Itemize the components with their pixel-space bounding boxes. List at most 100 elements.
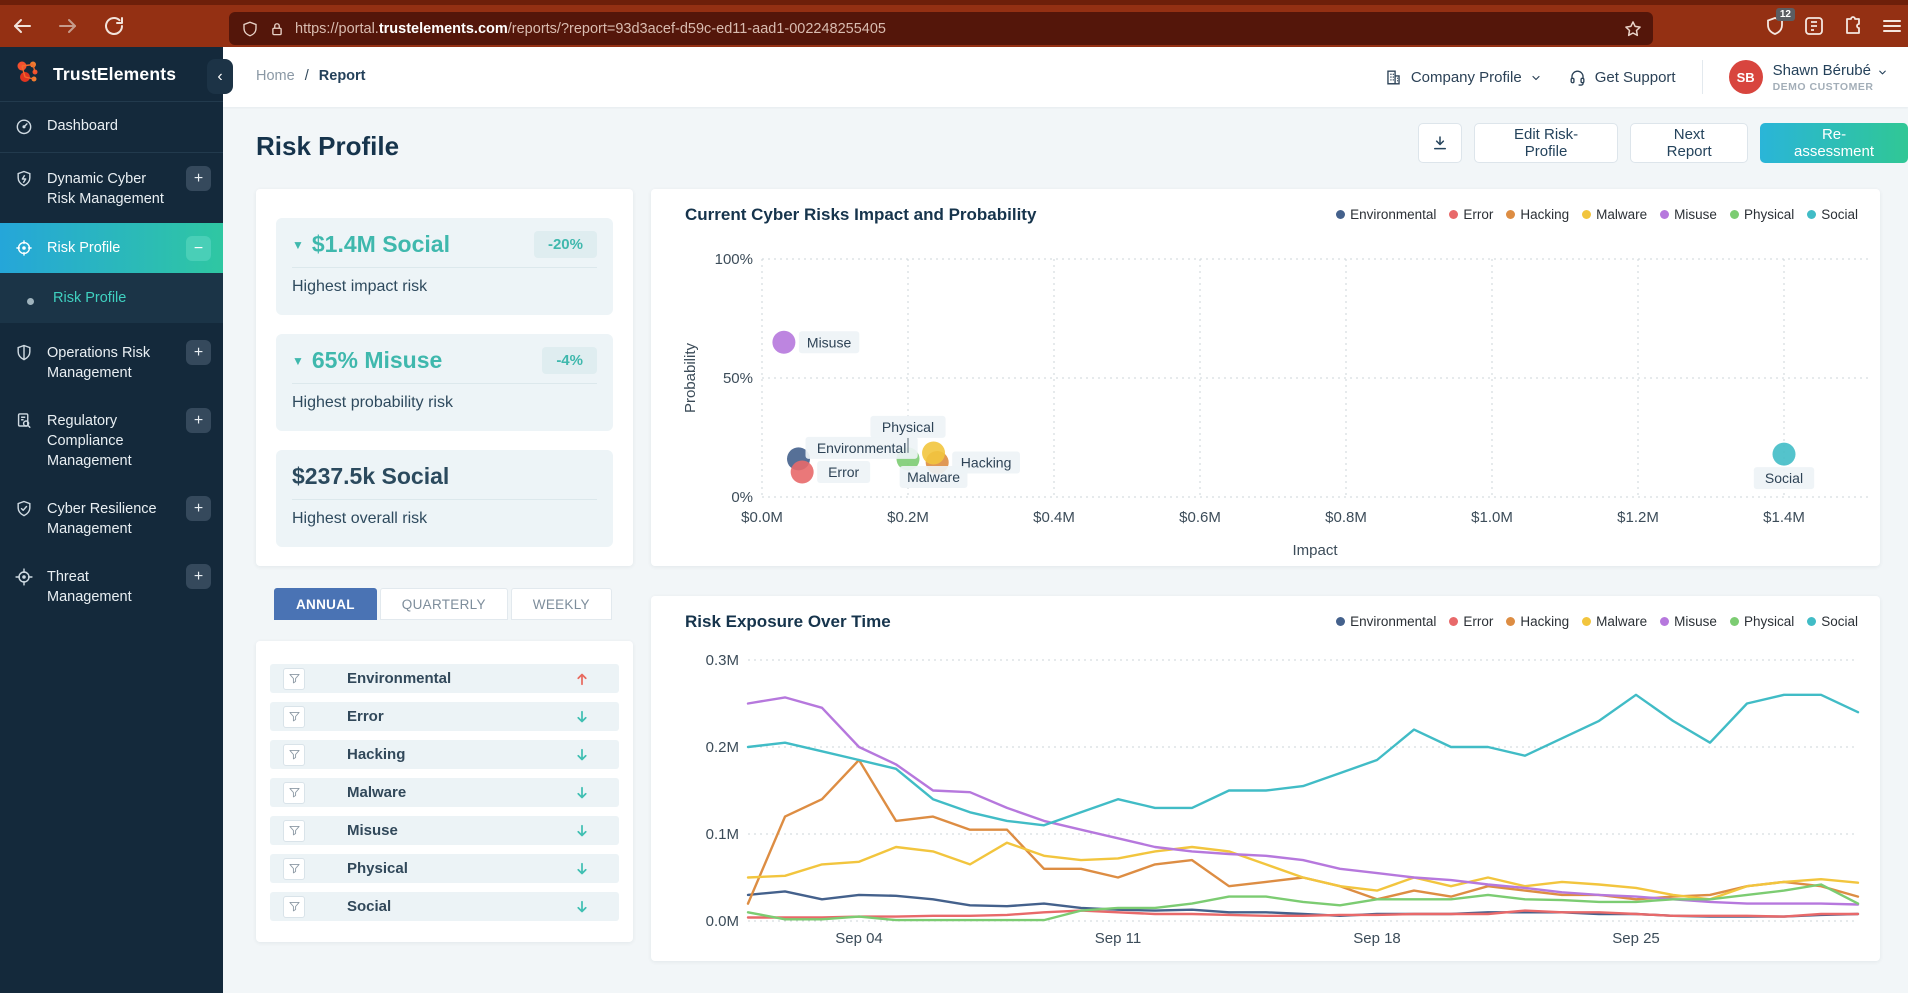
back-icon[interactable] xyxy=(10,14,34,38)
stat-value-text: $1.4M Social xyxy=(311,231,450,257)
tab-quarterly[interactable]: QUARTERLY xyxy=(379,588,508,620)
collapse-minus-button[interactable]: − xyxy=(186,236,211,261)
legend-item-error[interactable]: Error xyxy=(1449,614,1493,629)
legend-label: Social xyxy=(1821,614,1858,629)
extension-shield-icon[interactable]: 12 xyxy=(1763,8,1795,38)
expand-plus-button[interactable]: + xyxy=(186,166,211,191)
next-report-button[interactable]: Next Report xyxy=(1630,123,1749,163)
sidebar-collapse-button[interactable]: ‹ xyxy=(207,59,233,94)
legend-item-physical[interactable]: Physical xyxy=(1729,207,1794,222)
headset-icon xyxy=(1568,68,1587,87)
trend-down-triangle-icon: ▼ xyxy=(292,353,304,368)
legend-label: Error xyxy=(1463,614,1494,629)
legend-item-misuse[interactable]: Misuse xyxy=(1660,614,1717,629)
legend-item-malware[interactable]: Malware xyxy=(1582,207,1647,222)
trend-down-triangle-icon: ▼ xyxy=(292,237,304,252)
legend-item-misuse[interactable]: Misuse xyxy=(1660,207,1717,222)
user-menu[interactable]: SB Shawn Bérubé DEMO CUSTOMER xyxy=(1728,60,1888,94)
stat-caption: Highest overall risk xyxy=(292,510,428,527)
scatter-legend: Environmental Error Hacking Malware Misuse Ph… xyxy=(1336,207,1858,222)
svg-text:Malware: Malware xyxy=(907,469,960,485)
scatter-point-malware[interactable] xyxy=(922,441,946,465)
get-support-link[interactable]: Get Support xyxy=(1568,68,1676,87)
menu-hamburger-icon[interactable] xyxy=(1880,14,1904,38)
svg-text:Environmental: Environmental xyxy=(817,440,907,456)
edit-risk-profile-button[interactable]: Edit Risk-Profile xyxy=(1473,123,1619,163)
breadcrumb-home[interactable]: Home xyxy=(256,68,295,84)
legend-item-hacking[interactable]: Hacking xyxy=(1506,614,1569,629)
risk-row-environmental: Environmental xyxy=(270,664,619,693)
legend-item-environmental[interactable]: Environmental xyxy=(1336,207,1436,222)
filter-funnel-icon[interactable] xyxy=(283,895,305,918)
filter-funnel-icon[interactable] xyxy=(283,819,305,842)
tab-annual[interactable]: ANNUAL xyxy=(274,588,377,620)
stats-card: ▼ $1.4M Social -20% Highest impact risk ▼ 65%… xyxy=(256,189,633,566)
reload-icon[interactable] xyxy=(102,14,126,38)
expand-plus-button[interactable]: + xyxy=(186,496,211,521)
scatter-point-misuse[interactable] xyxy=(772,330,796,354)
sidebar-item-threat-management[interactable]: Threat Management + xyxy=(0,553,223,621)
bullet-icon xyxy=(27,297,34,305)
extensions-puzzle-icon[interactable] xyxy=(1841,14,1865,38)
trend-down-arrow-icon xyxy=(573,783,591,803)
legend-item-environmental[interactable]: Environmental xyxy=(1336,614,1436,629)
lock-icon[interactable] xyxy=(268,20,286,38)
sidebar-item-risk-profile-sub[interactable]: Risk Profile xyxy=(0,273,223,323)
svg-text:0.1M: 0.1M xyxy=(706,826,739,843)
svg-text:0%: 0% xyxy=(731,489,753,506)
tab-weekly[interactable]: WEEKLY xyxy=(510,588,612,620)
stat-value: ▼ $1.4M Social xyxy=(292,231,450,258)
legend-label: Environmental xyxy=(1350,614,1437,629)
user-role: DEMO CUSTOMER xyxy=(1772,80,1874,93)
expand-plus-button[interactable]: + xyxy=(186,340,211,365)
legend-dot-icon xyxy=(1506,210,1516,219)
legend-item-social[interactable]: Social xyxy=(1807,614,1858,629)
filter-funnel-icon[interactable] xyxy=(283,667,305,690)
breadcrumb: Home / Report xyxy=(256,68,366,84)
period-tabs: ANNUAL QUARTERLY WEEKLY xyxy=(274,588,612,620)
sidebar-item-regulatory-compliance-management[interactable]: Regulatory Compliance Management + xyxy=(0,397,223,485)
svg-text:Sep 04: Sep 04 xyxy=(835,930,883,947)
sidebar-item-risk-profile[interactable]: Risk Profile − xyxy=(0,223,223,273)
bookmark-star-icon[interactable] xyxy=(1623,19,1643,39)
stat-box-1: ▼ 65% Misuse -4% Highest probability risk xyxy=(276,334,613,431)
sidebar-item-dynamic-cyber-risk-management[interactable]: Dynamic Cyber Risk Management + xyxy=(0,155,223,223)
scatter-point-social[interactable] xyxy=(1772,442,1796,466)
stat-value-text: 65% Misuse xyxy=(311,347,443,373)
sidebar-nav: Dashboard Dynamic Cyber Risk Management + R… xyxy=(0,102,223,621)
expand-plus-button[interactable]: + xyxy=(186,408,211,433)
legend-item-error[interactable]: Error xyxy=(1449,207,1493,222)
download-button[interactable] xyxy=(1418,123,1462,163)
brand: TrustElements xyxy=(0,47,223,102)
filter-funnel-icon[interactable] xyxy=(283,781,305,804)
svg-text:$1.0M: $1.0M xyxy=(1471,509,1513,526)
filter-funnel-icon[interactable] xyxy=(283,705,305,728)
extension-card-icon[interactable] xyxy=(1802,14,1826,38)
sidebar-item-cyber-resilience-management[interactable]: Cyber Resilience Management + xyxy=(0,485,223,553)
legend-dot-icon xyxy=(1660,210,1670,219)
legend-item-social[interactable]: Social xyxy=(1807,207,1858,222)
sidebar-divider xyxy=(0,152,223,153)
url-bar[interactable]: https://portal.trustelements.com/reports… xyxy=(229,12,1653,45)
tracking-shield-icon[interactable] xyxy=(241,20,259,38)
reassessment-button[interactable]: Re-assessment xyxy=(1760,123,1908,163)
crosshair-icon xyxy=(14,567,34,587)
company-profile-menu[interactable]: Company Profile xyxy=(1384,68,1542,87)
legend-item-malware[interactable]: Malware xyxy=(1582,614,1647,629)
forward-icon[interactable] xyxy=(56,14,80,38)
scatter-point-error[interactable] xyxy=(790,460,814,484)
filter-funnel-icon[interactable] xyxy=(283,743,305,766)
sidebar-item-operations-risk-management[interactable]: Operations Risk Management + xyxy=(0,329,223,397)
sidebar-item-dashboard[interactable]: Dashboard xyxy=(0,102,223,150)
filter-funnel-icon[interactable] xyxy=(283,857,305,880)
expand-plus-button[interactable]: + xyxy=(186,564,211,589)
legend-dot-icon xyxy=(1582,210,1592,219)
trend-down-arrow-icon xyxy=(573,707,591,727)
legend-dot-icon xyxy=(1807,617,1817,626)
legend-label: Error xyxy=(1463,207,1494,222)
legend-item-hacking[interactable]: Hacking xyxy=(1506,207,1569,222)
risk-row-malware: Malware xyxy=(270,778,619,807)
legend-item-physical[interactable]: Physical xyxy=(1729,614,1794,629)
stat-divider xyxy=(292,383,597,384)
url-text: https://portal.trustelements.com/reports… xyxy=(295,20,886,37)
